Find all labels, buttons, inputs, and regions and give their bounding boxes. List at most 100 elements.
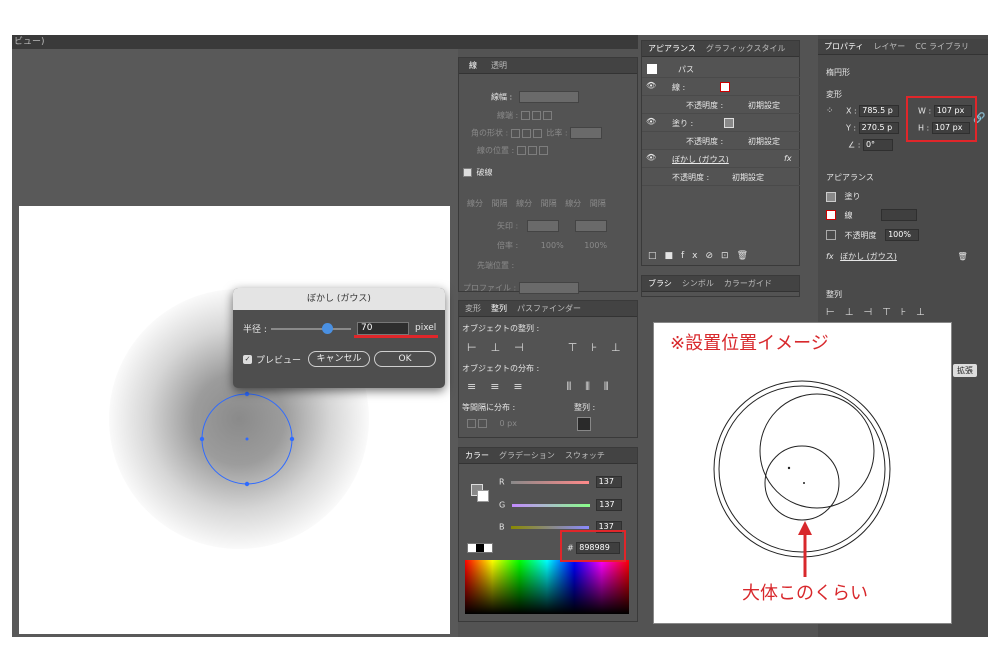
stroke-row-label[interactable]: 線 : xyxy=(672,82,685,93)
align-outside-icon[interactable] xyxy=(538,146,548,155)
gaussian-blur-effect-link[interactable]: ぼかし (ガウス) xyxy=(672,154,729,165)
radius-slider-track[interactable] xyxy=(271,328,351,330)
fill-opacity-value[interactable]: 初期設定 xyxy=(748,136,780,147)
tab-stroke[interactable]: 線 xyxy=(469,60,477,71)
stroke-opacity-value[interactable]: 初期設定 xyxy=(748,100,780,111)
miter-join-icon[interactable] xyxy=(510,128,520,138)
start-arrow-select[interactable] xyxy=(526,220,559,232)
none-black-white-swatches[interactable] xyxy=(467,543,493,553)
radius-input[interactable]: 70 xyxy=(357,322,409,335)
round-join-icon[interactable] xyxy=(521,128,531,138)
fill-color-swatch[interactable] xyxy=(826,191,836,202)
tab-transform[interactable]: 変形 xyxy=(465,303,481,314)
cancel-button[interactable]: キャンセル xyxy=(308,351,370,367)
dist-horizontal-space-icon[interactable] xyxy=(478,419,487,428)
distribute-objects-label: オブジェクトの分布 : xyxy=(462,364,540,373)
blur-effect-link[interactable]: ぼかし (ガウス) xyxy=(840,252,897,261)
arrow-head xyxy=(798,521,812,535)
tab-symbols[interactable]: シンボル xyxy=(682,278,714,289)
tab-gradient[interactable]: グラデーション xyxy=(499,450,555,461)
align-to-selection-icon[interactable] xyxy=(577,417,591,431)
stroke-color-swatch[interactable] xyxy=(826,210,836,220)
ok-button[interactable]: OK xyxy=(374,351,436,367)
visibility-eye-icon[interactable]: 👁 xyxy=(646,81,656,90)
distribute-object-buttons[interactable]: ≡≡≡ ⫴⫴⫴ xyxy=(467,380,623,394)
tab-swatches[interactable]: スウォッチ xyxy=(565,450,605,461)
square-cap-icon[interactable] xyxy=(542,111,552,120)
start-scale-value[interactable]: 100% xyxy=(541,241,564,250)
object-opacity-label[interactable]: 不透明度 : xyxy=(672,172,709,183)
ratio-label: 比率 : xyxy=(546,128,568,138)
visibility-eye-icon[interactable]: 👁 xyxy=(646,117,656,126)
cap-label: 線端 : xyxy=(497,111,519,120)
opacity-label: 不透明度 xyxy=(844,230,877,240)
tab-color[interactable]: カラー xyxy=(465,450,489,461)
document-tab-label[interactable]: ビュー) xyxy=(14,37,45,47)
preview-checkbox[interactable]: ✓ xyxy=(243,355,252,364)
anchor-point[interactable] xyxy=(244,391,250,397)
dist-vertical-space-icon[interactable] xyxy=(467,419,476,428)
end-arrow-select[interactable] xyxy=(575,220,608,232)
g-slider[interactable] xyxy=(511,503,590,507)
fill-swatch-icon[interactable] xyxy=(724,118,734,128)
transform-section-label: 変形 xyxy=(826,90,842,99)
tab-graphic-styles[interactable]: グラフィックスタイル xyxy=(706,43,786,54)
object-opacity-value[interactable]: 初期設定 xyxy=(732,172,764,183)
arrowhead-label: 矢印 : xyxy=(497,221,519,231)
tab-cc-libraries[interactable]: CC ライブラリ xyxy=(915,41,969,52)
r-slider[interactable] xyxy=(511,480,590,484)
x-field[interactable]: 785.5 p xyxy=(859,105,900,117)
tab-pathfinder[interactable]: パスファインダー xyxy=(517,303,581,314)
rotation-field[interactable]: 0° xyxy=(862,139,893,151)
fill-row-label[interactable]: 塗り : xyxy=(672,118,693,129)
fill-label: 塗り xyxy=(844,192,861,201)
align-center-icon[interactable] xyxy=(516,146,526,155)
opacity-icon xyxy=(826,230,836,240)
round-cap-icon[interactable] xyxy=(531,111,541,120)
y-field[interactable]: 270.5 p xyxy=(858,122,899,134)
r-value[interactable]: 137 xyxy=(595,476,622,488)
artboard[interactable] xyxy=(19,206,450,634)
stroke-weight-select[interactable] xyxy=(881,209,918,221)
anchor-point[interactable] xyxy=(199,436,205,442)
expand-button[interactable]: 拡張 xyxy=(953,364,977,377)
stroke-opacity-label[interactable]: 不透明度 : xyxy=(686,100,723,111)
miter-ratio-field[interactable] xyxy=(570,127,603,139)
dashed-checkbox[interactable] xyxy=(463,168,472,177)
b-slider[interactable] xyxy=(511,525,590,529)
tab-color-guide[interactable]: カラーガイド xyxy=(724,278,772,289)
tab-properties[interactable]: プロパティ xyxy=(824,41,864,52)
dash-col-3: 線分 xyxy=(565,199,582,208)
stroke-swatch[interactable] xyxy=(477,490,489,502)
fx-icon[interactable]: fx xyxy=(784,154,792,163)
spacing-value[interactable]: 0 px xyxy=(500,419,517,428)
tab-brushes[interactable]: ブラシ xyxy=(648,278,672,289)
visibility-eye-icon[interactable]: 👁 xyxy=(646,153,656,162)
align-object-buttons[interactable]: ⊢⊥⊣ ⊤⊦⊥ xyxy=(467,341,635,354)
align-buttons[interactable]: ⊢⊥⊣⊤⊦⊥ xyxy=(826,307,935,318)
align-inside-icon[interactable] xyxy=(527,146,537,155)
anchor-point[interactable] xyxy=(289,436,295,442)
profile-select[interactable] xyxy=(518,282,579,294)
color-spectrum[interactable] xyxy=(465,560,629,614)
bevel-join-icon[interactable] xyxy=(532,128,542,138)
tab-layers[interactable]: レイヤー xyxy=(874,41,906,52)
center-point xyxy=(245,437,249,441)
opacity-field[interactable]: 100% xyxy=(885,229,920,241)
g-value[interactable]: 137 xyxy=(596,499,623,511)
tab-align[interactable]: 整列 xyxy=(491,303,507,314)
anchor-point[interactable] xyxy=(244,481,250,487)
butt-cap-icon[interactable] xyxy=(520,111,530,120)
stroke-swatch-icon[interactable] xyxy=(720,82,730,92)
end-scale-value[interactable]: 100% xyxy=(584,241,607,250)
appearance-footer-icons[interactable]: □■fx⊘⊡🗑 xyxy=(648,251,756,261)
tab-appearance[interactable]: アピアランス xyxy=(648,43,696,54)
reference-point-icon[interactable]: ⁘ xyxy=(826,106,834,116)
radius-slider-thumb[interactable] xyxy=(322,323,333,334)
tab-transparency[interactable]: 透明 xyxy=(491,60,507,71)
stroke-weight-field[interactable] xyxy=(518,91,579,103)
fill-opacity-label[interactable]: 不透明度 : xyxy=(686,136,723,147)
trash-icon[interactable]: 🗑 xyxy=(957,252,967,261)
document-tab-bar: ビュー) xyxy=(12,35,638,49)
distribute-spacing-label: 等間隔に分布 : xyxy=(462,403,516,412)
